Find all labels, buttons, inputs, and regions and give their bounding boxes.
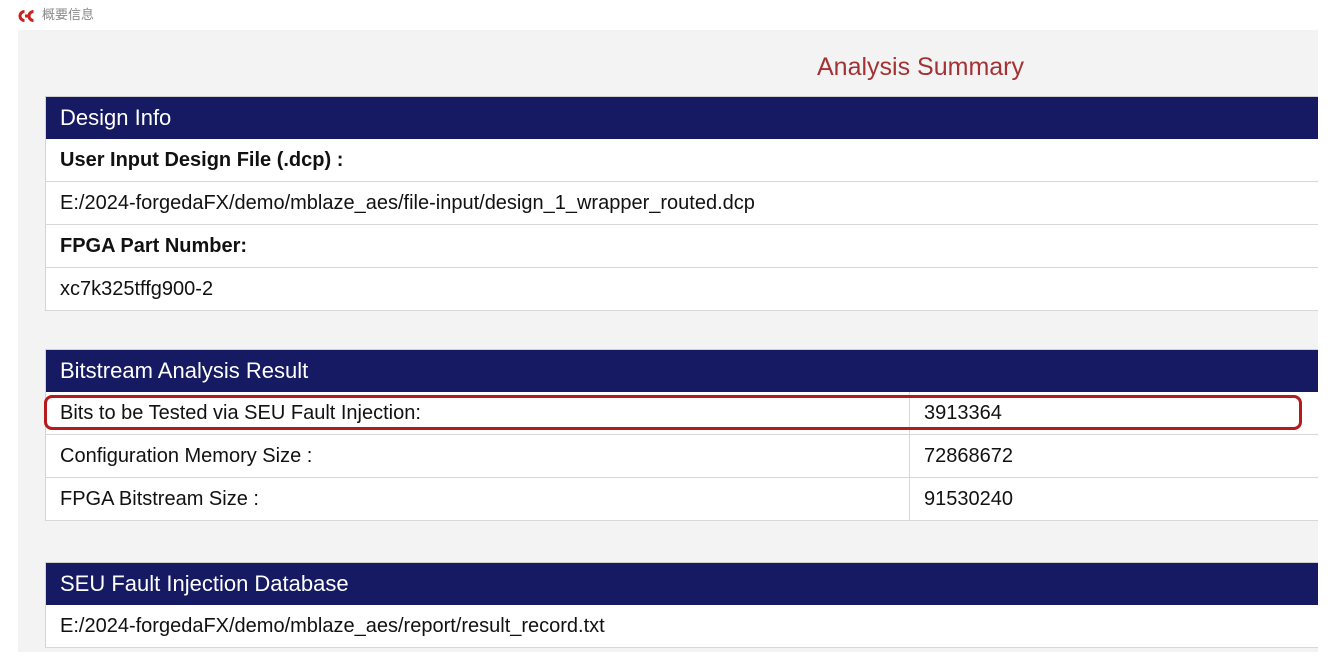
app-logo-icon [18,9,38,23]
tab-summary[interactable]: 概要信息 [18,6,94,26]
config-memory-label: Configuration Memory Size : [46,435,910,477]
design-file-label-row: User Input Design File (.dcp) : [46,139,1318,182]
design-info-header: Design Info [46,96,1318,139]
design-file-path: E:/2024-forgedaFX/demo/mblaze_aes/file-i… [60,191,755,214]
database-path-row: E:/2024-forgedaFX/demo/mblaze_aes/report… [46,605,1318,648]
config-memory-value: 72868672 [924,444,1013,467]
bits-tested-label: Bits to be Tested via SEU Fault Injectio… [46,392,910,434]
bitstream-size-label: FPGA Bitstream Size : [46,478,910,520]
bits-tested-value: 3913364 [924,401,1002,424]
design-info-section: Design Info User Input Design File (.dcp… [45,96,1318,311]
part-number-value: xc7k325tffg900-2 [60,277,214,300]
bitstream-header: Bitstream Analysis Result [46,349,1318,392]
bits-tested-row: Bits to be Tested via SEU Fault Injectio… [46,392,1318,435]
database-section: SEU Fault Injection Database E:/2024-for… [45,562,1318,648]
database-path: E:/2024-forgedaFX/demo/mblaze_aes/report… [60,614,605,637]
part-number-value-row: xc7k325tffg900-2 [46,268,1318,311]
page-title: Analysis Summary [817,53,1024,81]
bitstream-size-value: 91530240 [924,487,1013,510]
summary-panel: Analysis Summary Design Info User Input … [18,30,1318,652]
design-file-value-row: E:/2024-forgedaFX/demo/mblaze_aes/file-i… [46,182,1318,225]
part-number-label-row: FPGA Part Number: [46,225,1318,268]
tab-label: 概要信息 [42,8,95,23]
config-memory-row: Configuration Memory Size : 72868672 [46,435,1318,478]
part-number-label: FPGA Part Number: [60,234,248,257]
tab-bar: 概要信息 [0,0,1333,30]
bitstream-size-row: FPGA Bitstream Size : 91530240 [46,478,1318,521]
design-file-label: User Input Design File (.dcp) : [60,148,344,171]
bitstream-section: Bitstream Analysis Result Bits to be Tes… [45,349,1318,521]
database-header: SEU Fault Injection Database [46,562,1318,605]
